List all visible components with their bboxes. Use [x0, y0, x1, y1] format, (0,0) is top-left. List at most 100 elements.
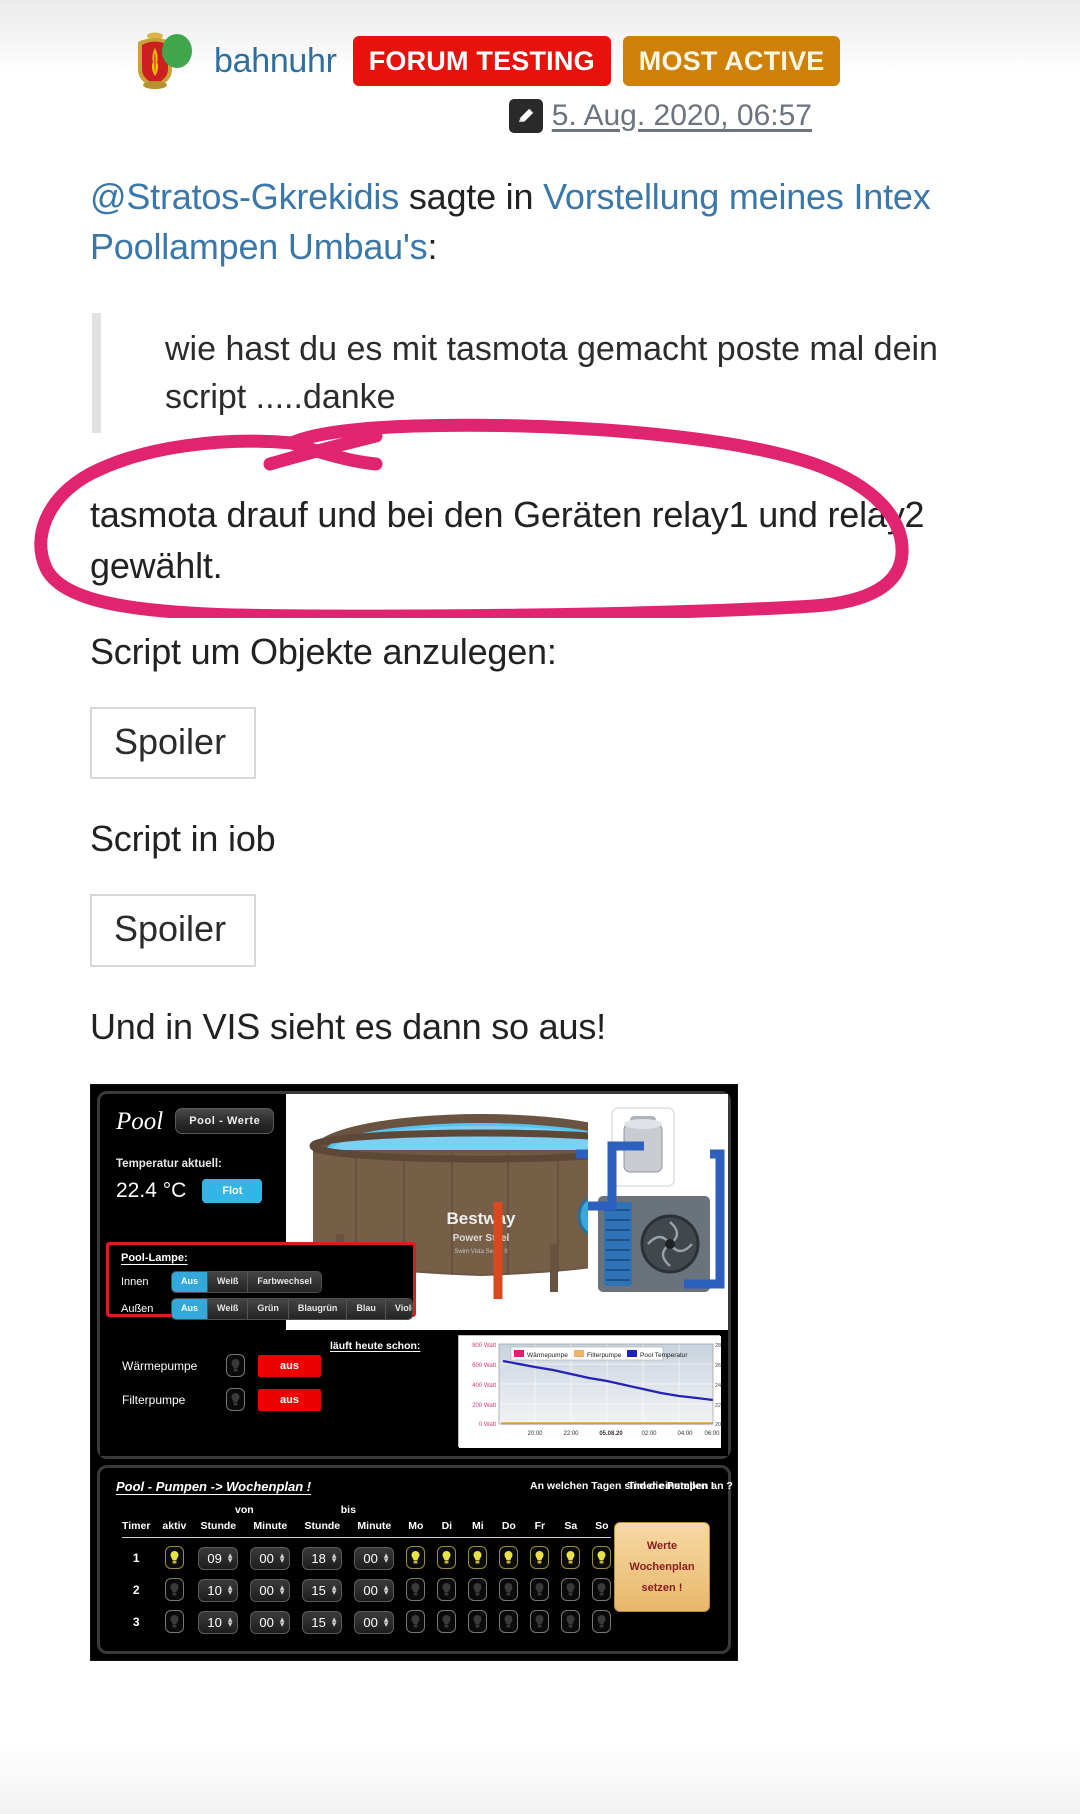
stepper-arrows-icon[interactable]: ▴ ▾ [332, 1615, 337, 1629]
spoiler-button-2[interactable]: Spoiler [90, 894, 257, 967]
apply-line-3: setzen ! [641, 1582, 683, 1595]
row2-active-toggle[interactable] [156, 1574, 192, 1606]
blockquote: wie hast du es mit tasmota gemacht poste… [92, 312, 990, 434]
row3-bis-stunde[interactable]: 15 ▴ ▾ [296, 1606, 348, 1638]
vis-dashboard-image: Pool Pool - Werte Temperatur aktuell: 22… [90, 1084, 738, 1662]
lamp-innen-option-weiss[interactable]: Weiß [208, 1272, 249, 1292]
stepper-arrows-icon[interactable]: ▴ ▾ [384, 1551, 389, 1565]
lamp-aussen-option-blaugruen[interactable]: Blaugrün [288, 1298, 348, 1319]
row3-day-mi[interactable] [462, 1606, 493, 1638]
post-author-name[interactable]: bahnuhr [214, 42, 337, 81]
row3-day-do[interactable] [493, 1606, 524, 1638]
row2-day-di[interactable] [431, 1574, 462, 1606]
lamp-aussen-option-violett[interactable]: Violett [385, 1298, 412, 1319]
row2-day-sa[interactable] [555, 1574, 586, 1606]
pencil-icon[interactable] [508, 99, 543, 133]
row2-von-minute-value: 00 [259, 1582, 274, 1598]
row3-day-mo[interactable] [400, 1606, 431, 1638]
row2-day-mo[interactable] [400, 1574, 431, 1606]
avatar[interactable] [128, 30, 192, 92]
row1-day-do[interactable] [493, 1542, 524, 1574]
stepper-arrows-icon[interactable]: ▴ ▾ [280, 1615, 285, 1629]
row2-von-stunde[interactable]: 10 ▴ ▾ [192, 1574, 244, 1606]
col-von-stunde: Stunde [200, 1520, 237, 1533]
col-day-fr: Fr [534, 1520, 546, 1533]
svg-text:400 Watt: 400 Watt [472, 1383, 496, 1389]
row1-bis-stunde[interactable]: 18 ▴ ▾ [296, 1542, 348, 1574]
row3-day-di[interactable] [431, 1606, 462, 1638]
post-timestamp[interactable]: 5. Aug. 2020, 06:57 [552, 99, 812, 133]
stepper-arrows-icon[interactable]: ▴ ▾ [280, 1551, 285, 1565]
row1-day-sa[interactable] [555, 1542, 586, 1574]
row3-von-stunde-value: 10 [207, 1614, 222, 1630]
row1-von-minute[interactable]: 00 ▴ ▾ [244, 1542, 296, 1574]
svg-text:22.0 °C: 22.0 °C [715, 1403, 721, 1409]
flot-button[interactable]: Flot [202, 1179, 263, 1204]
row2-von-minute[interactable]: 00 ▴ ▾ [244, 1574, 296, 1606]
lamp-row-aussen: Außen Aus Weiß Grün Blaugrün Blau Violet… [121, 1297, 413, 1320]
bulb-icon[interactable] [226, 1388, 245, 1412]
row3-day-so[interactable] [586, 1606, 617, 1638]
row3-active-toggle[interactable] [156, 1606, 192, 1638]
row1-day-mi[interactable] [462, 1542, 493, 1574]
pool-werte-button[interactable]: Pool - Werte [175, 1108, 275, 1135]
badge-most-active[interactable]: MOST ACTIVE [622, 36, 841, 86]
pump-state-filterpumpe[interactable]: aus [258, 1388, 321, 1411]
row3-von-stunde[interactable]: 10 ▴ ▾ [192, 1606, 244, 1638]
lamp-innen-option-aus[interactable]: Aus [172, 1272, 209, 1292]
svg-text:06:00: 06:00 [704, 1431, 720, 1437]
spoiler-button-1[interactable]: Spoiler [90, 706, 257, 780]
row3-bis-minute[interactable]: 00 ▴ ▾ [348, 1606, 400, 1638]
pump-row-waermepumpe: Wärmepumpe aus [122, 1354, 410, 1378]
row2-day-fr[interactable] [524, 1574, 555, 1606]
stepper-arrows-icon[interactable]: ▴ ▾ [332, 1551, 337, 1565]
apply-schedule-button[interactable]: Werte Wochenplan setzen ! [614, 1522, 710, 1613]
row1-active-toggle[interactable] [156, 1542, 192, 1574]
quote-attribution: @Stratos-Gkrekidis sagte in Vorstellung … [90, 172, 990, 273]
lamp-aussen-option-weiss[interactable]: Weiß [208, 1298, 249, 1319]
svg-text:20.0 °C: 20.0 °C [715, 1422, 721, 1428]
runtime-label: läuft heute schon: [330, 1340, 421, 1353]
row1-von-stunde[interactable]: 09 ▴ ▾ [192, 1542, 244, 1574]
weekly-schedule-panel: Pool - Pumpen -> Wochenplan ! An welchen… [97, 1465, 733, 1655]
table-row: 3 10 ▴ ▾ 00 ▴ ▾ 15 ▴ ▾ 00 ▴ ▾ [116, 1606, 617, 1638]
mention-link[interactable]: @Stratos-Gkrekidis [90, 176, 399, 217]
row3-von-minute[interactable]: 00 ▴ ▾ [244, 1606, 296, 1638]
lamp-aussen-option-blau[interactable]: Blau [347, 1298, 386, 1319]
stepper-arrows-icon[interactable]: ▴ ▾ [384, 1615, 389, 1629]
badge-forum-testing[interactable]: FORUM TESTING [352, 36, 611, 86]
row3-day-sa[interactable] [555, 1606, 586, 1638]
timer-setting-label: Timer einstellen ! [627, 1480, 714, 1493]
temperature-value: 22.4 °C [116, 1179, 187, 1203]
row2-day-do[interactable] [493, 1574, 524, 1606]
post-header: bahnuhr FORUM TESTING MOST ACTIVE [0, 0, 1080, 89]
svg-text:600 Watt: 600 Watt [472, 1363, 496, 1369]
row1-day-di[interactable] [431, 1542, 462, 1574]
row3-day-fr[interactable] [524, 1606, 555, 1638]
row1-day-fr[interactable] [524, 1542, 555, 1574]
pump-state-waermepumpe[interactable]: aus [258, 1354, 321, 1377]
stepper-arrows-icon[interactable]: ▴ ▾ [228, 1583, 233, 1597]
stepper-arrows-icon[interactable]: ▴ ▾ [228, 1551, 233, 1565]
stepper-arrows-icon[interactable]: ▴ ▾ [280, 1583, 285, 1597]
lamp-aussen-option-aus[interactable]: Aus [172, 1298, 209, 1319]
row2-bis-minute[interactable]: 00 ▴ ▾ [348, 1574, 400, 1606]
bulb-icon[interactable] [226, 1354, 245, 1378]
said-text: sagte in [399, 176, 544, 217]
row1-day-mo[interactable] [400, 1542, 431, 1574]
row2-day-so[interactable] [586, 1574, 617, 1606]
col-day-mo: Mo [408, 1520, 424, 1533]
row2-day-mi[interactable] [462, 1574, 493, 1606]
row2-bis-stunde[interactable]: 15 ▴ ▾ [296, 1574, 348, 1606]
row1-bis-minute[interactable]: 00 ▴ ▾ [348, 1542, 400, 1574]
stepper-arrows-icon[interactable]: ▴ ▾ [228, 1615, 233, 1629]
svg-text:Bestway: Bestway [447, 1209, 517, 1228]
stepper-arrows-icon[interactable]: ▴ ▾ [384, 1583, 389, 1597]
lamp-innen-option-farbwechsel[interactable]: Farbwechsel [248, 1272, 321, 1292]
row1-day-so[interactable] [586, 1542, 617, 1574]
vis-title: Pool [116, 1107, 164, 1135]
svg-text:26.0 °C: 26.0 °C [715, 1363, 721, 1369]
lamp-aussen-option-gruen[interactable]: Grün [248, 1298, 289, 1319]
stepper-arrows-icon[interactable]: ▴ ▾ [332, 1583, 337, 1597]
col-bis-minute: Minute [357, 1520, 392, 1533]
